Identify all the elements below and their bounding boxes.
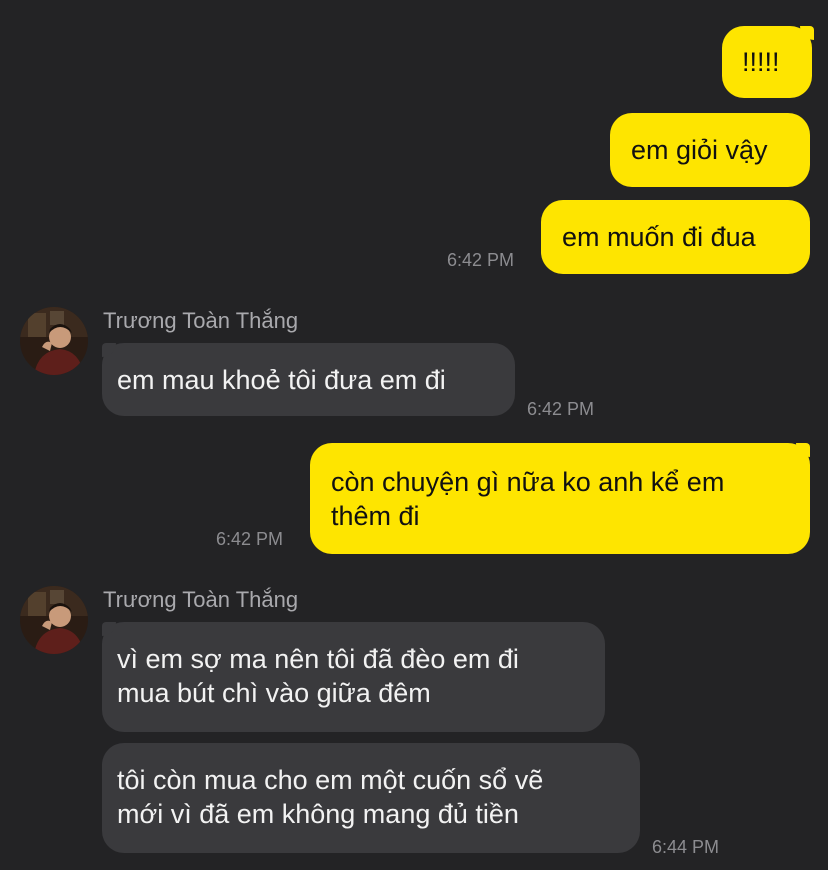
avatar-photo-icon: [20, 586, 88, 654]
message-line: vì em sợ ma nên tôi đã đèo em đi: [117, 644, 519, 674]
message-timestamp: 6:42 PM: [216, 529, 284, 549]
message-line: tôi còn mua cho em một cuốn sổ vẽ: [117, 765, 544, 795]
message-line: còn chuyện gì nữa ko anh kể em: [331, 467, 725, 497]
message-line: thêm đi: [331, 501, 420, 531]
message-line: mua bút chì vào giữa đêm: [117, 678, 431, 708]
message-timestamp: 6:44 PM: [652, 837, 720, 857]
outgoing-message-bubble[interactable]: còn chuyện gì nữa ko anh kể em thêm đi: [310, 443, 810, 554]
outgoing-message-bubble[interactable]: em giỏi vậy: [610, 113, 810, 187]
message-text: em muốn đi đua: [562, 222, 756, 252]
message-text: em mau khoẻ tôi đưa em đi: [117, 365, 446, 395]
incoming-message-bubble[interactable]: tôi còn mua cho em một cuốn sổ vẽ mới vì…: [102, 743, 640, 853]
sender-name: Trương Toàn Thắng: [103, 587, 299, 612]
outgoing-message-bubble[interactable]: em muốn đi đua: [541, 200, 810, 274]
sender-name: Trương Toàn Thắng: [103, 308, 299, 333]
outgoing-message-bubble[interactable]: !!!!!: [722, 26, 812, 98]
message-timestamp: 6:42 PM: [527, 399, 595, 419]
incoming-message-bubble[interactable]: em mau khoẻ tôi đưa em đi: [102, 343, 515, 416]
chat-thread: !!!!! em giỏi vậy em muốn đi đua 6:42 PM…: [0, 0, 828, 870]
avatar-photo-icon: [20, 307, 88, 375]
sender-avatar[interactable]: [20, 586, 88, 654]
message-text: !!!!!: [742, 47, 780, 77]
message-line: mới vì đã em không mang đủ tiền: [117, 799, 519, 829]
incoming-message-bubble[interactable]: vì em sợ ma nên tôi đã đèo em đi mua bút…: [102, 622, 605, 732]
sender-avatar[interactable]: [20, 307, 88, 375]
message-text: em giỏi vậy: [631, 135, 768, 165]
message-timestamp: 6:42 PM: [447, 250, 515, 270]
